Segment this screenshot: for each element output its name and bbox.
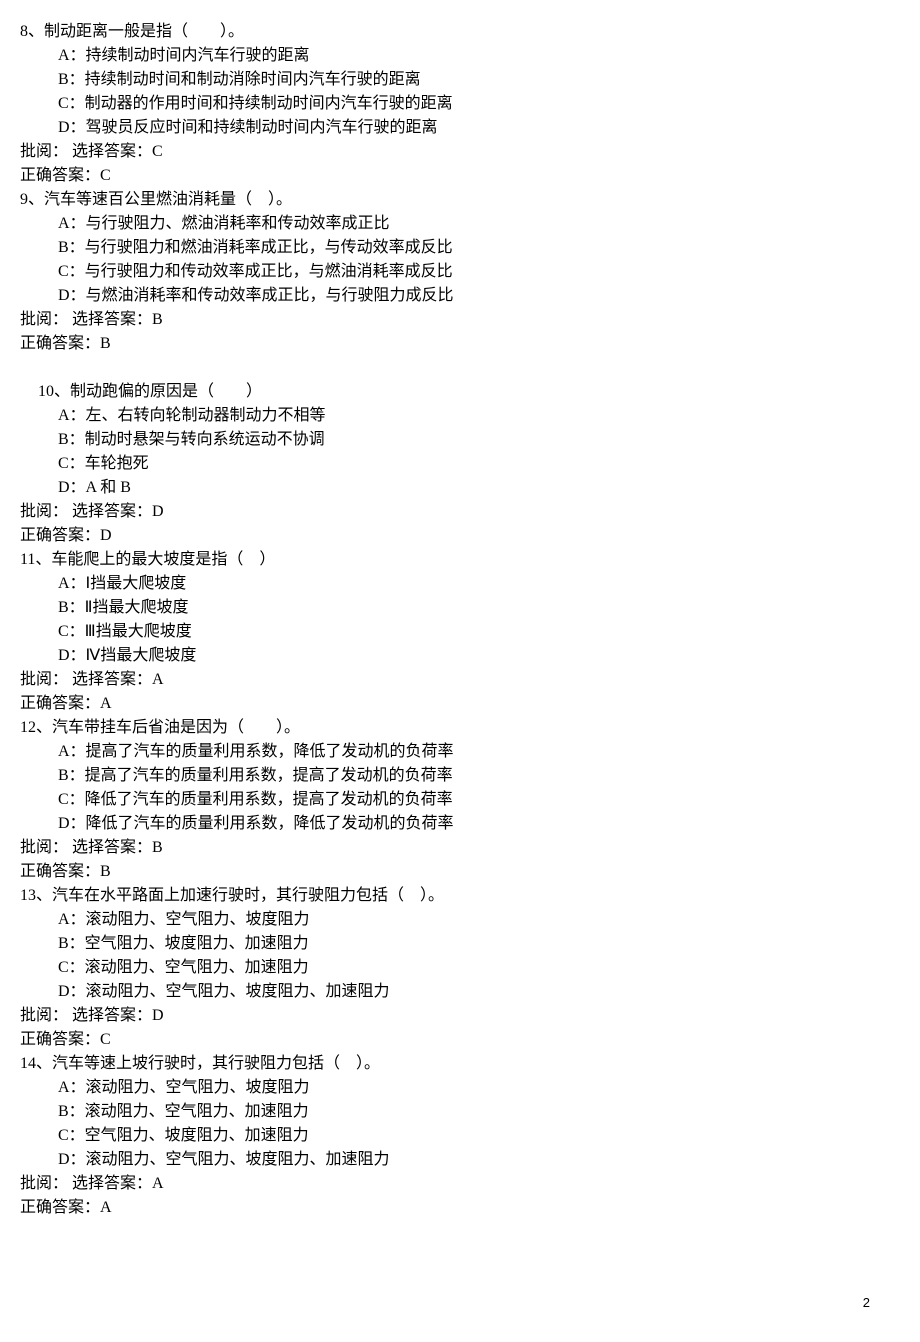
question-option: D：降低了汽车的质量利用系数，降低了发动机的负荷率 (20, 812, 900, 836)
question-option: C：滚动阻力、空气阻力、加速阻力 (20, 956, 900, 980)
question-option: B：空气阻力、坡度阻力、加速阻力 (20, 932, 900, 956)
review-line: 批阅： 选择答案：D (20, 1004, 900, 1028)
question-stem: 9、汽车等速百公里燃油消耗量（ ）。 (20, 188, 900, 212)
question-option: C：与行驶阻力和传动效率成正比，与燃油消耗率成反比 (20, 260, 900, 284)
question-stem: 14、汽车等速上坡行驶时，其行驶阻力包括（ ）。 (20, 1052, 900, 1076)
question-option: B：持续制动时间和制动消除时间内汽车行驶的距离 (20, 68, 900, 92)
question-option: B：滚动阻力、空气阻力、加速阻力 (20, 1100, 900, 1124)
question-option: D：A 和 B (20, 476, 900, 500)
correct-answer: 正确答案：B (20, 332, 900, 356)
question-option: D：滚动阻力、空气阻力、坡度阻力、加速阻力 (20, 1148, 900, 1172)
review-line: 批阅： 选择答案：D (20, 500, 900, 524)
review-line: 批阅： 选择答案：B (20, 836, 900, 860)
question-option: C：车轮抱死 (20, 452, 900, 476)
question-stem: 8、制动距离一般是指（ ）。 (20, 20, 900, 44)
page-content: 8、制动距离一般是指（ ）。 A：持续制动时间内汽车行驶的距离 B：持续制动时间… (20, 20, 900, 1322)
question-option: D：滚动阻力、空气阻力、坡度阻力、加速阻力 (20, 980, 900, 1004)
review-line: 批阅： 选择答案：A (20, 668, 900, 692)
correct-answer: 正确答案：B (20, 860, 900, 884)
question-stem: 10、制动跑偏的原因是（ ） (20, 380, 900, 404)
correct-answer: 正确答案：D (20, 524, 900, 548)
spacer (20, 356, 900, 380)
question-option: C：降低了汽车的质量利用系数，提高了发动机的负荷率 (20, 788, 900, 812)
question-option: B：Ⅱ挡最大爬坡度 (20, 596, 900, 620)
review-line: 批阅： 选择答案：A (20, 1172, 900, 1196)
question-option: A：持续制动时间内汽车行驶的距离 (20, 44, 900, 68)
correct-answer: 正确答案：A (20, 692, 900, 716)
review-line: 批阅： 选择答案：C (20, 140, 900, 164)
question-stem: 11、车能爬上的最大坡度是指（ ） (20, 548, 900, 572)
question-option: B：制动时悬架与转向系统运动不协调 (20, 428, 900, 452)
question-option: D：Ⅳ挡最大爬坡度 (20, 644, 900, 668)
question-option: A：左、右转向轮制动器制动力不相等 (20, 404, 900, 428)
review-line: 批阅： 选择答案：B (20, 308, 900, 332)
question-option: A：与行驶阻力、燃油消耗率和传动效率成正比 (20, 212, 900, 236)
question-option: D：驾驶员反应时间和持续制动时间内汽车行驶的距离 (20, 116, 900, 140)
question-stem: 12、汽车带挂车后省油是因为（ ）。 (20, 716, 900, 740)
question-stem: 13、汽车在水平路面上加速行驶时，其行驶阻力包括（ ）。 (20, 884, 900, 908)
question-option: A：提高了汽车的质量利用系数，降低了发动机的负荷率 (20, 740, 900, 764)
correct-answer: 正确答案：A (20, 1196, 900, 1220)
correct-answer: 正确答案：C (20, 164, 900, 188)
question-option: B：与行驶阻力和燃油消耗率成正比，与传动效率成反比 (20, 236, 900, 260)
correct-answer: 正确答案：C (20, 1028, 900, 1052)
question-option: B：提高了汽车的质量利用系数，提高了发动机的负荷率 (20, 764, 900, 788)
question-option: C：空气阻力、坡度阻力、加速阻力 (20, 1124, 900, 1148)
question-option: D：与燃油消耗率和传动效率成正比，与行驶阻力成反比 (20, 284, 900, 308)
question-option: A：Ⅰ挡最大爬坡度 (20, 572, 900, 596)
question-option: C：制动器的作用时间和持续制动时间内汽车行驶的距离 (20, 92, 900, 116)
question-option: A：滚动阻力、空气阻力、坡度阻力 (20, 1076, 900, 1100)
question-option: A：滚动阻力、空气阻力、坡度阻力 (20, 908, 900, 932)
page-number: 2 (863, 1293, 870, 1313)
question-option: C：Ⅲ挡最大爬坡度 (20, 620, 900, 644)
